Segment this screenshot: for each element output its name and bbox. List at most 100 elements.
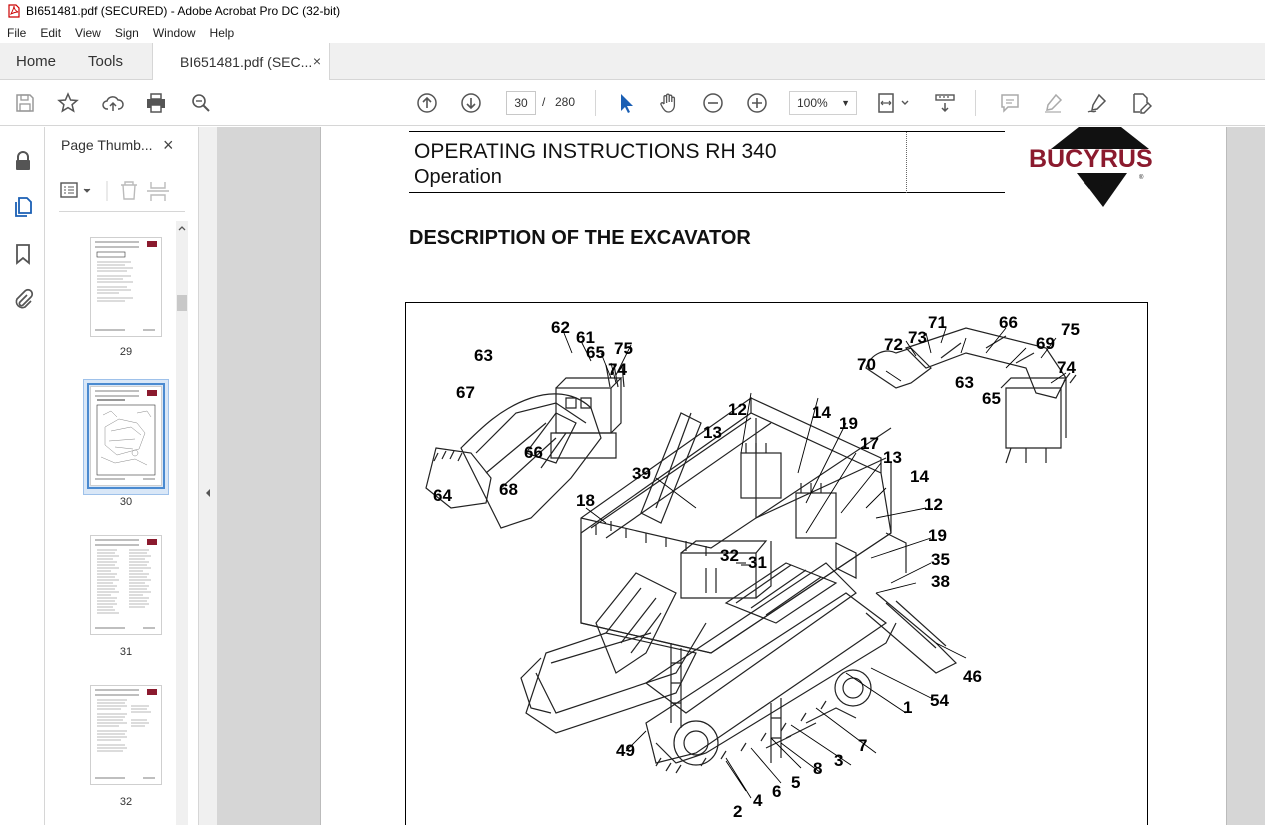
delete-page-icon[interactable] — [121, 181, 137, 200]
tab-tools[interactable]: Tools — [88, 43, 123, 80]
window-title: BI651481.pdf (SECURED) - Adobe Acrobat P… — [26, 4, 341, 18]
attachments-icon[interactable] — [11, 288, 35, 312]
callout-2: 2 — [733, 802, 742, 821]
callout-46: 46 — [963, 667, 982, 686]
edit-pdf-icon[interactable] — [1129, 91, 1153, 115]
page-separator: / — [542, 95, 546, 109]
scroll-up-icon[interactable] — [176, 222, 188, 234]
zoom-in-icon[interactable] — [745, 91, 769, 115]
total-pages: 280 — [555, 95, 576, 109]
select-cursor-icon[interactable] — [614, 91, 638, 115]
thumbnail-page-number: 32 — [119, 796, 133, 808]
callout-64: 64 — [433, 486, 452, 505]
chevron-down-icon: ▼ — [841, 98, 850, 108]
callout-12: 12 — [728, 400, 747, 419]
callout-49: 49 — [616, 741, 635, 760]
previous-page-icon[interactable] — [415, 91, 439, 115]
fit-page-icon[interactable] — [876, 91, 912, 115]
zoom-out-icon[interactable] — [701, 91, 725, 115]
next-page-icon[interactable] — [459, 91, 483, 115]
callout-69: 69 — [1036, 334, 1055, 353]
options-menu-icon[interactable] — [60, 182, 91, 198]
extract-pages-icon[interactable] — [147, 182, 169, 201]
bucyrus-logo: BUCYRUS ® — [1029, 127, 1174, 207]
callout-18: 18 — [576, 491, 595, 510]
upload-cloud-icon[interactable] — [101, 91, 125, 115]
callout-39: 39 — [632, 464, 651, 483]
callout-8: 8 — [813, 759, 822, 778]
thumbnails-scrollbar[interactable] — [176, 221, 188, 825]
callout-75: 75 — [614, 339, 633, 358]
pdf-page: OPERATING INSTRUCTIONS RH 340 Operation … — [320, 127, 1227, 825]
tab-document-label: BI651481.pdf (SEC... — [180, 54, 313, 70]
callout-62: 62 — [551, 318, 570, 337]
callout-54: 54 — [930, 691, 949, 710]
toolbar-divider — [975, 90, 976, 116]
close-icon[interactable]: × — [163, 135, 174, 156]
comment-icon[interactable] — [998, 91, 1022, 115]
callout-3: 3 — [834, 751, 843, 770]
header-title: OPERATING INSTRUCTIONS RH 340 — [414, 140, 777, 163]
menu-file[interactable]: File — [0, 26, 33, 40]
menu-bar: File Edit View Sign Window Help — [0, 22, 1265, 43]
callout-63b: 63 — [955, 373, 974, 392]
callout-31: 31 — [748, 553, 767, 572]
menu-edit[interactable]: Edit — [33, 26, 68, 40]
section-heading: DESCRIPTION OF THE EXCAVATOR — [409, 227, 751, 249]
callout-13: 13 — [703, 423, 722, 442]
zoom-search-icon[interactable] — [189, 91, 213, 115]
callout-38: 38 — [931, 572, 950, 591]
bookmarks-icon[interactable] — [11, 242, 35, 266]
callout-68: 68 — [499, 480, 518, 499]
title-bar: BI651481.pdf (SECURED) - Adobe Acrobat P… — [0, 0, 1265, 22]
callout-6: 6 — [772, 782, 781, 801]
lock-icon[interactable] — [11, 149, 35, 173]
menu-view[interactable]: View — [68, 26, 108, 40]
menu-help[interactable]: Help — [203, 26, 242, 40]
close-icon[interactable]: × — [313, 53, 321, 69]
page-header-box: OPERATING INSTRUCTIONS RH 340 Operation — [409, 131, 1005, 193]
callout-63: 63 — [474, 346, 493, 365]
thumbnail-page-number: 31 — [119, 646, 133, 658]
callout-71: 71 — [928, 313, 947, 332]
thumbnail-page-31[interactable] — [90, 535, 162, 635]
page-thumbnails-panel: Page Thumb... × 29 30 31 32 — [45, 127, 199, 825]
document-viewer[interactable]: OPERATING INSTRUCTIONS RH 340 Operation … — [217, 127, 1265, 825]
menu-window[interactable]: Window — [146, 26, 203, 40]
print-icon[interactable] — [144, 91, 168, 115]
bookmark-star-icon[interactable] — [56, 91, 80, 115]
callout-75b: 75 — [1061, 320, 1080, 339]
page-thumbnails-icon[interactable] — [11, 195, 35, 219]
thumbnail-page-29[interactable] — [90, 237, 162, 337]
thumbnail-options-bar — [59, 179, 199, 205]
thumbnail-page-30[interactable] — [87, 383, 165, 489]
save-icon[interactable] — [13, 91, 37, 115]
chevron-left-icon — [206, 489, 210, 497]
divider — [59, 211, 185, 212]
callout-72: 72 — [884, 335, 903, 354]
callout-66b: 66 — [999, 313, 1018, 332]
scrollbar-thumb[interactable] — [177, 295, 187, 311]
page-number-input[interactable]: 30 — [506, 91, 536, 115]
callout-5: 5 — [791, 773, 800, 792]
acrobat-pdf-icon — [8, 4, 20, 18]
hand-tool-icon[interactable] — [657, 91, 681, 115]
callout-19b: 19 — [928, 526, 947, 545]
panel-title: Page Thumb... — [61, 137, 153, 153]
zoom-level-select[interactable]: 100% ▼ — [789, 91, 857, 115]
tab-home[interactable]: Home — [16, 43, 56, 80]
toolbar: 30 / 280 100% ▼ — [0, 80, 1265, 126]
tab-document[interactable]: BI651481.pdf (SEC... × — [152, 43, 330, 81]
callout-74: 74 — [608, 360, 627, 379]
scroll-mode-icon[interactable] — [933, 91, 957, 115]
callout-65b: 65 — [982, 389, 1001, 408]
callout-19: 19 — [839, 414, 858, 433]
callout-14: 14 — [812, 403, 831, 422]
menu-sign[interactable]: Sign — [108, 26, 146, 40]
callout-65: 65 — [586, 343, 605, 362]
callout-17: 17 — [860, 434, 879, 453]
sign-pen-icon[interactable] — [1085, 91, 1109, 115]
highlight-pen-icon[interactable] — [1041, 91, 1065, 115]
thumbnail-page-32[interactable] — [90, 685, 162, 785]
panel-collapse-handle[interactable] — [199, 127, 217, 825]
